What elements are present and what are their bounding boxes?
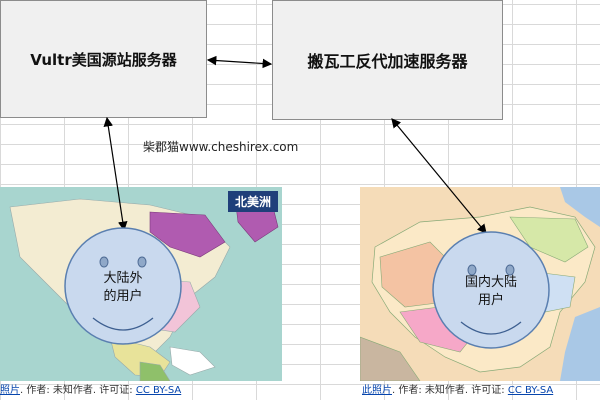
mainland-user-label-line1: 国内大陆 — [464, 275, 517, 290]
license-link[interactable]: CC BY-SA — [508, 385, 553, 396]
license-link[interactable]: CC BY-SA — [136, 385, 181, 396]
left-eye — [99, 256, 109, 268]
overseas-user-label: 大陆外 的用户 — [83, 270, 163, 306]
photo-link[interactable]: 照片 — [0, 385, 20, 396]
license-label: 许可证: — [471, 385, 505, 396]
diagram-overlay — [64, 55, 550, 349]
arrow-bandwagon-to-mainland-users — [391, 118, 487, 234]
mainland-user-label-line2: 用户 — [477, 293, 504, 308]
overseas-user-label-line1: 大陆外 — [103, 271, 143, 286]
north-america-map-caption: 照片. 作者: 未知作者. 许可证: CC BY-SA — [0, 385, 182, 396]
author-text: 作者: 未知作者. — [26, 385, 97, 396]
right-eye — [137, 256, 147, 268]
arrow-vultr-to-overseas-users — [103, 116, 128, 232]
author-text: 作者: 未知作者. — [398, 385, 469, 396]
china-map-caption: 此照片. 作者: 未知作者. 许可证: CC BY-SA — [362, 385, 554, 396]
license-label: 许可证: — [99, 385, 133, 396]
arrow-vultr-to-bandwagon — [206, 55, 273, 69]
overseas-user-label-line2: 的用户 — [103, 289, 143, 304]
photo-link[interactable]: 此照片 — [362, 385, 392, 396]
mainland-user-label: 国内大陆 用户 — [446, 274, 536, 310]
